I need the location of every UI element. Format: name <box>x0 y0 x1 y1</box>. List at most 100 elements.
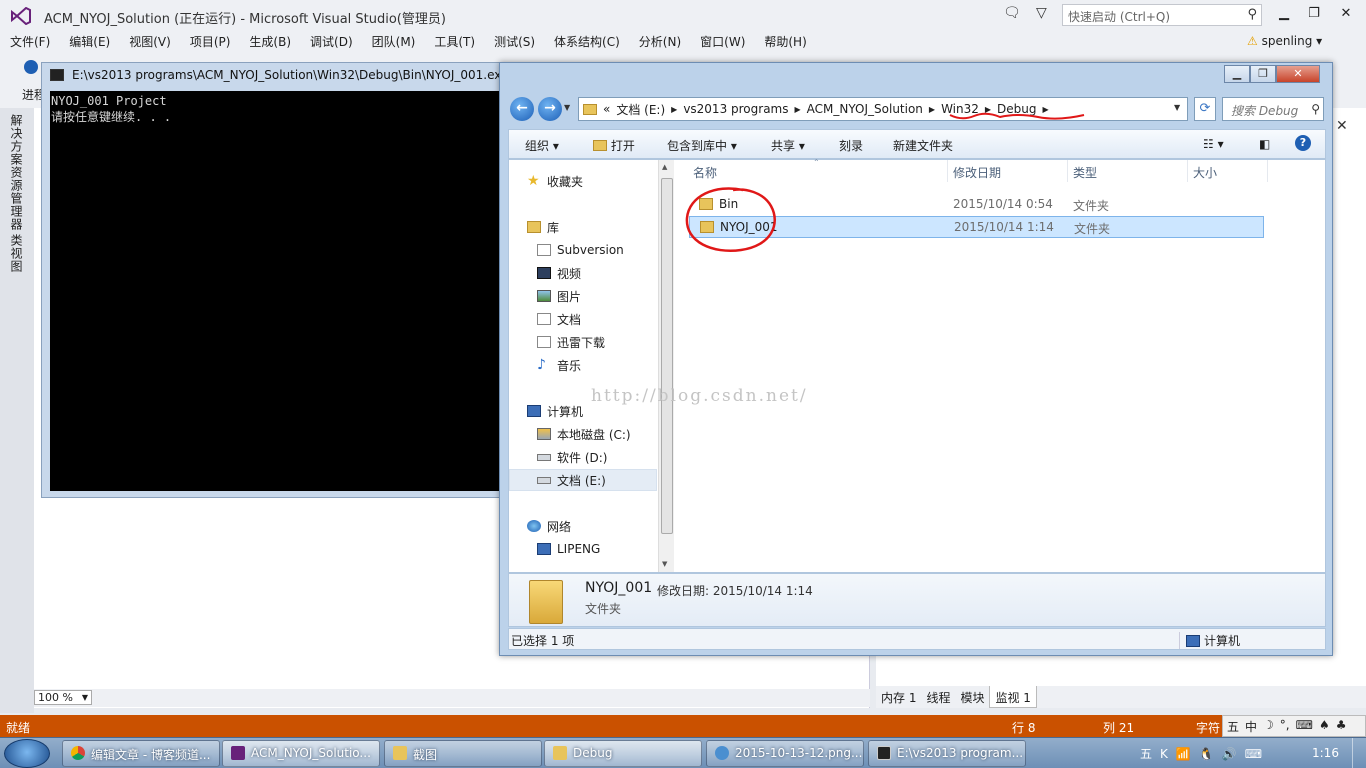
ime-toolbar[interactable]: 五 中 ☽ °, ⌨ ♠ ♣ <box>1222 715 1366 737</box>
task-chrome[interactable]: 编辑文章 - 博客频道... <box>62 740 220 767</box>
preview-pane-icon[interactable]: ◧ <box>1259 137 1270 151</box>
tray-volume-icon[interactable]: 🔊 <box>1222 747 1237 761</box>
ime-halfwidth-icon[interactable]: ☽ <box>1263 718 1274 734</box>
console-output[interactable]: NYOJ_001 Project 请按任意键继续. . . <box>50 91 505 491</box>
tab-solution-explorer[interactable]: 解决方案资源管理器 <box>8 114 25 231</box>
back-button[interactable]: ← <box>510 97 534 121</box>
nav-subversion[interactable]: Subversion <box>509 239 657 261</box>
chevron-right-icon[interactable]: ▶ <box>929 105 935 114</box>
nav-drive-c[interactable]: 本地磁盘 (C:) <box>509 423 657 445</box>
nav-pictures[interactable]: 图片 <box>509 285 657 307</box>
tray-keyboard-icon[interactable]: ⌨ <box>1245 747 1262 761</box>
open-button[interactable]: 打开 <box>593 137 635 154</box>
new-folder-button[interactable]: 新建文件夹 <box>893 137 953 154</box>
nav-network[interactable]: 网络 <box>509 515 657 537</box>
ime-keyboard-icon[interactable]: ⌨ <box>1296 718 1313 734</box>
tab-class-view[interactable]: 类视图 <box>8 234 25 273</box>
tab-watch[interactable]: 监视 1 <box>989 686 1037 708</box>
task-image-viewer[interactable]: 2015-10-13-12.png... <box>706 740 864 767</box>
task-visual-studio[interactable]: ACM_NYOJ_Solutio... <box>222 740 380 767</box>
address-history-chevron-icon[interactable]: ▼ <box>1174 103 1180 112</box>
nav-lipeng[interactable]: LIPENG <box>509 538 657 560</box>
refresh-button[interactable]: ⟳ <box>1194 97 1216 121</box>
column-type[interactable]: 类型 <box>1073 164 1097 181</box>
show-desktop-button[interactable] <box>1352 738 1366 768</box>
column-size[interactable]: 大小 <box>1193 164 1217 181</box>
address-bar[interactable]: « 文档 (E:) ▶ vs2013 programs ▶ ACM_NYOJ_S… <box>578 97 1188 121</box>
menu-view[interactable]: 视图(V) <box>129 33 171 50</box>
view-options-icon[interactable]: ☷ ▾ <box>1203 137 1224 151</box>
breadcrumb-overflow[interactable]: « <box>603 102 610 116</box>
zoom-select[interactable]: 100 % ▼ <box>34 690 92 705</box>
include-in-library-button[interactable]: 包含到库中 ▾ <box>667 137 737 154</box>
nav-libraries[interactable]: 库 <box>509 216 657 238</box>
menu-analyze[interactable]: 分析(N) <box>639 33 681 50</box>
menu-debug[interactable]: 调试(D) <box>310 33 353 50</box>
filter-icon[interactable]: ▽ <box>1036 5 1047 21</box>
vs-minimize-button[interactable]: ▁ <box>1274 6 1294 21</box>
search-input[interactable]: 搜索 Debug ⚲ <box>1222 97 1324 121</box>
navigation-scrollbar[interactable]: ▲ ▼ <box>658 160 674 572</box>
share-button[interactable]: 共享 ▾ <box>771 137 805 154</box>
menu-help[interactable]: 帮助(H) <box>764 33 806 50</box>
quick-launch-input[interactable]: 快速启动 (Ctrl+Q) ⚲ <box>1062 4 1262 26</box>
tray-qq-icon[interactable]: 🐧 <box>1199 747 1214 761</box>
explorer-window[interactable]: ▁ ❐ ✕ ← → ▼ « 文档 (E:) ▶ vs2013 programs … <box>499 62 1333 656</box>
ime-chinese-icon[interactable]: 中 <box>1245 718 1257 734</box>
menu-edit[interactable]: 编辑(E) <box>69 33 110 50</box>
task-debug-folder[interactable]: Debug <box>544 740 702 767</box>
tab-threads[interactable]: 线程 <box>921 686 955 708</box>
explorer-close-button[interactable]: ✕ <box>1276 65 1320 83</box>
column-divider[interactable] <box>1267 160 1268 182</box>
panel-close-icon[interactable]: ✕ <box>1336 118 1348 134</box>
recent-pages-chevron-icon[interactable]: ▼ <box>564 103 570 112</box>
breadcrumb-vs2013[interactable]: vs2013 programs <box>683 102 788 116</box>
scroll-up-icon[interactable]: ▲ <box>662 163 667 171</box>
scroll-down-icon[interactable]: ▼ <box>662 560 667 568</box>
chevron-right-icon[interactable]: ▶ <box>671 105 677 114</box>
menu-test[interactable]: 测试(S) <box>494 33 535 50</box>
organize-button[interactable]: 组织 ▾ <box>525 137 559 154</box>
menu-team[interactable]: 团队(M) <box>372 33 416 50</box>
nav-videos[interactable]: 视频 <box>509 262 657 284</box>
column-name[interactable]: 名称 <box>693 164 717 181</box>
ime-skin-icon[interactable]: ♠ <box>1319 718 1330 734</box>
vs-maximize-button[interactable]: ❐ <box>1304 6 1324 21</box>
menu-build[interactable]: 生成(B) <box>249 33 291 50</box>
nav-favorites[interactable]: ★ 收藏夹 <box>509 170 657 192</box>
column-divider[interactable] <box>1067 160 1068 182</box>
account-menu[interactable]: ⚠ spenling ▾ <box>1247 34 1322 48</box>
menu-file[interactable]: 文件(F) <box>10 33 50 50</box>
explorer-maximize-button[interactable]: ❐ <box>1250 65 1276 83</box>
nav-documents[interactable]: 文档 <box>509 308 657 330</box>
breadcrumb-solution[interactable]: ACM_NYOJ_Solution <box>807 102 923 116</box>
tray-ime-icon[interactable]: 五 <box>1140 745 1152 762</box>
file-list[interactable]: ⌃ 名称 修改日期 类型 大小 Bin 2015/10/14 0:54 文件夹 … <box>591 158 1325 572</box>
scrollbar-thumb[interactable] <box>661 178 673 534</box>
menu-architecture[interactable]: 体系结构(C) <box>554 33 620 50</box>
menu-project[interactable]: 项目(P) <box>190 33 231 50</box>
menu-window[interactable]: 窗口(W) <box>700 33 745 50</box>
vs-close-button[interactable]: ✕ <box>1336 6 1356 21</box>
task-screenshot-folder[interactable]: 截图 <box>384 740 542 767</box>
tray-network-icon[interactable]: 📶 <box>1176 747 1191 761</box>
nav-music[interactable]: ♪ 音乐 <box>509 354 657 376</box>
menu-tools[interactable]: 工具(T) <box>434 33 475 50</box>
task-console[interactable]: E:\vs2013 program... <box>868 740 1026 767</box>
column-date[interactable]: 修改日期 <box>953 164 1001 181</box>
taskbar-clock[interactable]: 1:16 <box>1312 746 1339 760</box>
tab-memory[interactable]: 内存 1 <box>876 686 921 708</box>
chevron-right-icon[interactable]: ▶ <box>795 105 801 114</box>
tray-kugou-icon[interactable]: K <box>1160 747 1168 761</box>
ime-punct-icon[interactable]: °, <box>1280 718 1290 734</box>
nav-thunder-downloads[interactable]: 迅雷下载 <box>509 331 657 353</box>
start-button[interactable] <box>4 739 50 768</box>
feedback-icon[interactable]: 🗨 <box>1003 5 1021 21</box>
tab-modules[interactable]: 模块 <box>955 686 989 708</box>
nav-drive-e[interactable]: 文档 (E:) <box>509 469 657 491</box>
back-icon[interactable] <box>24 60 38 74</box>
ime-wubi-icon[interactable]: 五 <box>1227 718 1239 734</box>
navigation-pane[interactable]: ★ 收藏夹 库 Subversion 视频 图片 文档 迅雷下载 ♪ 音乐 计算… <box>509 160 657 572</box>
breadcrumb-drive-e[interactable]: 文档 (E:) <box>616 101 665 118</box>
nav-drive-d[interactable]: 软件 (D:) <box>509 446 657 468</box>
